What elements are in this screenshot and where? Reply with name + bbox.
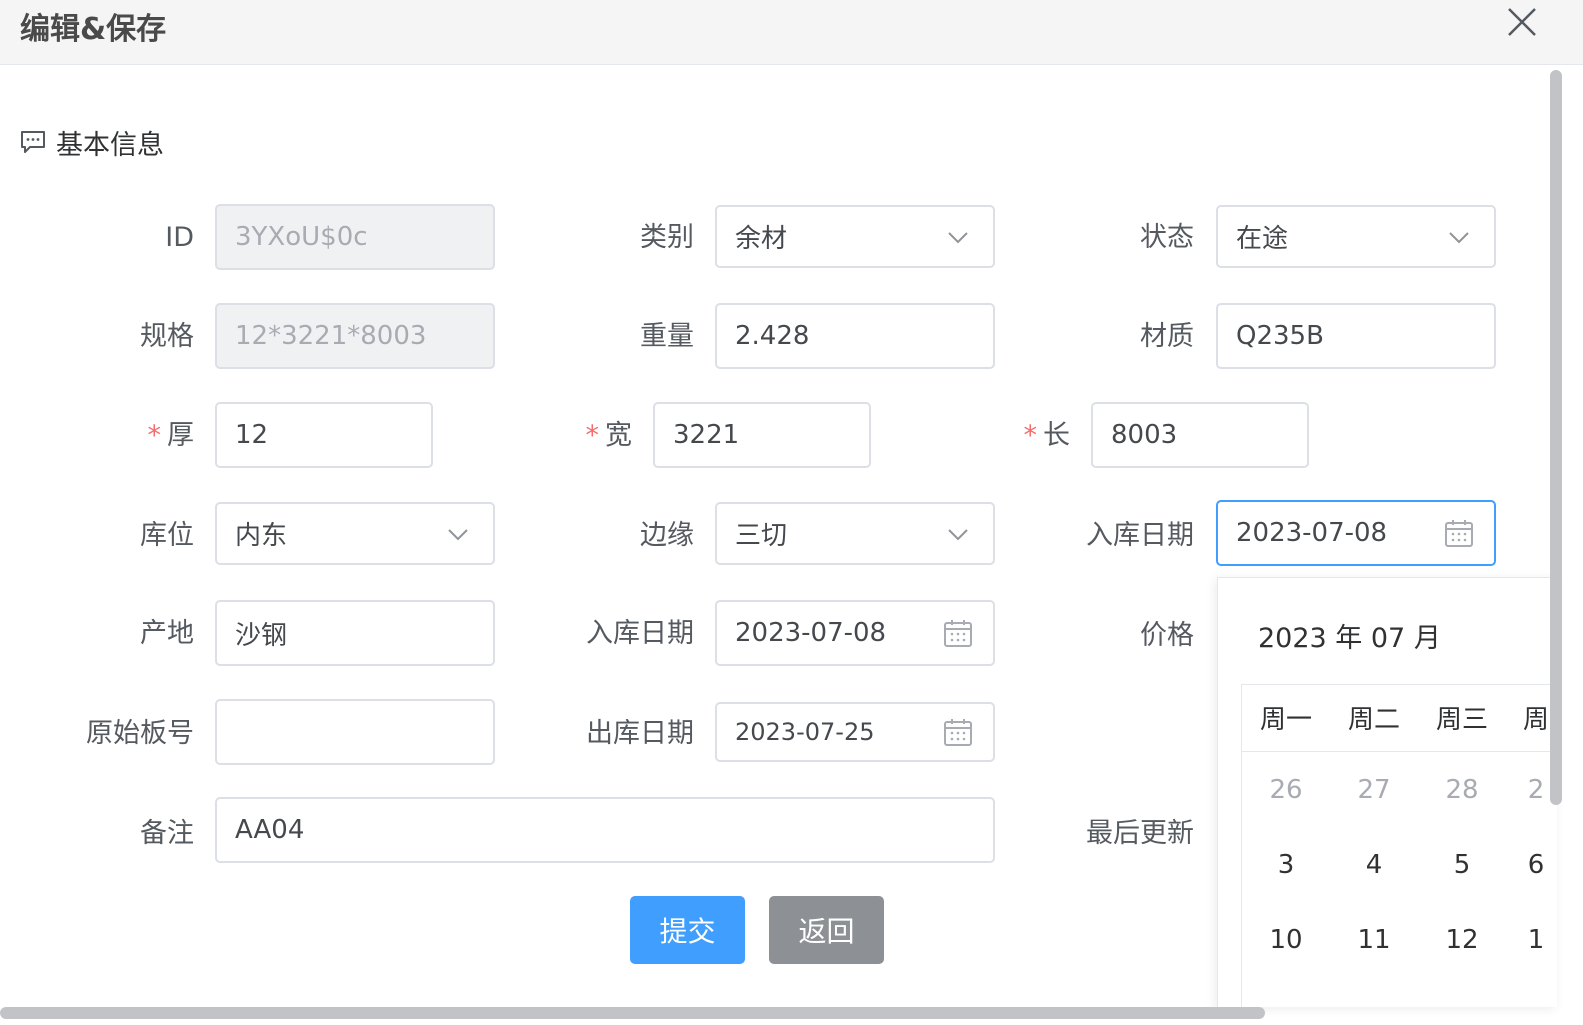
chevron-down-icon <box>941 220 975 254</box>
inbound-date-label: 入库日期 <box>586 618 694 649</box>
id-value: 3YXoU$0c <box>235 222 368 252</box>
submit-button[interactable]: 提交 <box>630 896 745 964</box>
status-select[interactable]: 在途 <box>1216 205 1496 268</box>
id-label: ID <box>165 222 194 253</box>
vertical-scrollbar[interactable] <box>1550 70 1562 805</box>
inbound-date-input[interactable]: 2023-07-08 <box>715 600 995 666</box>
location-select[interactable]: 内东 <box>215 502 495 565</box>
width-label: * 宽 <box>500 402 633 470</box>
last-update-label: 最后更新 <box>1086 818 1194 849</box>
chevron-down-icon <box>1442 220 1476 254</box>
length-input[interactable]: 8003 <box>1091 402 1309 468</box>
horizontal-scrollbar[interactable] <box>0 1007 1265 1019</box>
origin-label: 产地 <box>140 618 194 649</box>
width-value: 3221 <box>673 420 740 450</box>
calendar-day[interactable]: 3 <box>1242 850 1330 880</box>
weekday-label: 周二 <box>1347 705 1400 735</box>
weight-value: 2.428 <box>735 321 810 351</box>
calendar-day[interactable]: 1 <box>1506 925 1557 955</box>
width-label-text: 宽 <box>605 420 632 451</box>
remark-value: AA04 <box>235 815 305 845</box>
outbound-date-label: 出库日期 <box>586 718 694 749</box>
edge-select[interactable]: 三切 <box>715 502 995 565</box>
original-plate-no-input[interactable] <box>215 699 495 765</box>
material-value: Q235B <box>1236 321 1324 351</box>
calendar-day[interactable]: 11 <box>1330 925 1418 955</box>
required-mark: * <box>585 420 600 451</box>
section-title: 基本信息 <box>56 129 164 161</box>
dialog-title: 编辑&保存 <box>20 12 167 47</box>
chevron-down-icon <box>441 517 475 551</box>
spec-field: 12*3221*8003 <box>215 303 495 369</box>
date-picker-calendar: 周一 周二 周三 周 26 27 28 2 3 4 5 6 10 11 12 1 <box>1241 684 1557 1007</box>
material-label: 材质 <box>1140 321 1194 352</box>
origin-value: 沙钢 <box>235 620 288 651</box>
length-value: 8003 <box>1111 420 1178 450</box>
edge-value: 三切 <box>735 521 788 551</box>
category-select[interactable]: 余材 <box>715 205 995 268</box>
status-label: 状态 <box>1140 222 1194 253</box>
remark-label: 备注 <box>140 818 194 849</box>
inbound-date-value: 2023-07-08 <box>735 618 887 648</box>
thickness-label-text: 厚 <box>167 420 194 451</box>
section-heading: 基本信息 <box>20 122 164 162</box>
date-picker-popup: 2023 年 07 月 周一 周二 周三 周 26 27 28 2 3 4 5 … <box>1217 577 1557 1007</box>
calendar-day[interactable]: 10 <box>1242 925 1330 955</box>
weekday-label: 周三 <box>1435 705 1488 735</box>
inbound-date-right-input[interactable]: 2023-07-08 <box>1216 500 1496 566</box>
calendar-day[interactable]: 5 <box>1418 850 1506 880</box>
outbound-date-input[interactable]: 2023-07-25 <box>715 702 995 762</box>
inbound-date-right-label: 入库日期 <box>1086 520 1194 551</box>
dialog-header: 编辑&保存 <box>0 0 1583 65</box>
weight-input[interactable]: 2.428 <box>715 303 995 369</box>
category-label: 类别 <box>640 222 694 253</box>
calendar-day[interactable]: 4 <box>1330 850 1418 880</box>
thickness-label: * 厚 <box>60 402 195 470</box>
spec-value: 12*3221*8003 <box>235 321 427 351</box>
edge-label: 边缘 <box>640 520 694 551</box>
calendar-day[interactable]: 28 <box>1418 775 1506 805</box>
width-input[interactable]: 3221 <box>653 402 871 468</box>
required-mark: * <box>147 420 162 451</box>
calendar-icon <box>941 715 975 749</box>
thickness-value: 12 <box>235 420 269 450</box>
close-button[interactable] <box>1504 4 1540 40</box>
status-value: 在途 <box>1236 224 1289 254</box>
original-plate-no-label: 原始板号 <box>86 718 194 749</box>
weekday-label: 周一 <box>1259 705 1312 735</box>
category-value: 余材 <box>735 224 788 254</box>
length-label-text: 长 <box>1043 420 1070 451</box>
price-label: 价格 <box>1140 620 1194 651</box>
weight-label: 重量 <box>640 321 694 352</box>
calendar-day[interactable]: 26 <box>1242 775 1330 805</box>
length-label: * 长 <box>938 402 1071 470</box>
calendar-icon <box>941 616 975 650</box>
spec-label: 规格 <box>140 321 194 352</box>
location-label: 库位 <box>140 520 194 551</box>
comment-icon <box>21 131 45 153</box>
required-mark: * <box>1023 420 1038 451</box>
outbound-date-value: 2023-07-25 <box>735 718 875 746</box>
chevron-down-icon <box>941 517 975 551</box>
location-value: 内东 <box>235 521 288 551</box>
date-picker-caption: 2023 年 07 月 <box>1258 623 1441 654</box>
calendar-day[interactable]: 27 <box>1330 775 1418 805</box>
material-input[interactable]: Q235B <box>1216 303 1496 369</box>
calendar-day[interactable]: 12 <box>1418 925 1506 955</box>
inbound-date-right-value: 2023-07-08 <box>1236 518 1388 548</box>
calendar-day[interactable]: 6 <box>1506 850 1557 880</box>
thickness-input[interactable]: 12 <box>215 402 433 468</box>
close-icon <box>1508 8 1536 36</box>
weekday-divider <box>1242 751 1557 752</box>
origin-input[interactable]: 沙钢 <box>215 600 495 666</box>
remark-input[interactable]: AA04 <box>215 797 995 863</box>
calendar-icon <box>1442 516 1476 550</box>
id-field: 3YXoU$0c <box>215 204 495 270</box>
back-button[interactable]: 返回 <box>769 896 884 964</box>
